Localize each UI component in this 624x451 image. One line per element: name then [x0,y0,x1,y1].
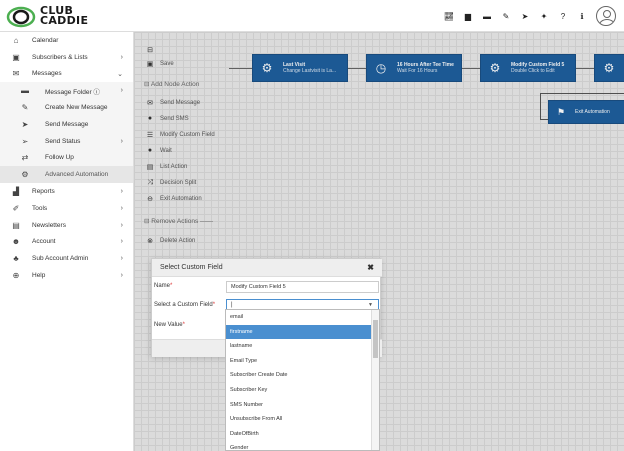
dropdown-option[interactable]: SMS Number [226,398,379,413]
sidebar-item-tools[interactable]: ✐ Tools › [0,200,133,217]
select-value: | [231,302,233,308]
dropdown-scrollbar[interactable] [371,310,379,450]
sidebar-item-create-new-message[interactable]: ✎ Create New Message [0,99,133,116]
sidebar-item-label: Advanced Automation [45,171,109,179]
sidebar-item-label: Newsletters [32,221,66,229]
newspaper-icon: ▤ [12,220,20,230]
sidebar-item-label: Messages [32,70,62,78]
sidebar-item-reports[interactable]: ▟ Reports › [0,183,133,200]
sidebar-item-newsletters[interactable]: ▤ Newsletters › [0,217,133,234]
required-mark: * [182,322,185,328]
dropdown-option[interactable]: Subscriber Key [226,383,379,398]
dropdown-option[interactable]: lastname [226,339,379,354]
club-caddie-logo[interactable]: CLUB CADDIE [6,4,116,30]
users-icon[interactable]: ✦ [539,11,549,21]
edit-icon[interactable]: ✎ [501,11,511,21]
gear-icon: ⚙ [21,170,29,180]
custom-field-dropdown: email firstname lastname Email Type Subs… [225,309,380,451]
required-mark: * [170,283,173,289]
sidebar-item-help[interactable]: ⊕ Help › [0,267,133,284]
top-toolbar: 📈︎ ▆ ▬ ✎ ➤ ✦ ? ℹ [444,4,616,28]
sidebar: ⌂ Calendar ▣ Subscribers & Lists › ✉ Mes… [0,32,134,451]
send-icon[interactable]: ➤ [520,11,530,21]
dropdown-option[interactable]: email [226,310,379,325]
folder-icon: ▬ [21,86,29,96]
user-plus-icon: ☻ [11,237,21,247]
sidebar-item-subscribers[interactable]: ▣ Subscribers & Lists › [0,49,133,66]
envelope-icon: ✉ [12,69,20,79]
dropdown-option[interactable]: Email Type [226,354,379,369]
sidebar-item-label: Reports [32,188,55,196]
chevron-right-icon: › [120,255,123,263]
sidebar-item-message-folder[interactable]: ▬ Message Folder ⓘ › [0,82,133,100]
sidebar-item-advanced-automation[interactable]: ⚙ Advanced Automation [0,166,133,184]
close-icon[interactable]: ✖ [367,263,374,272]
chevron-right-icon: › [120,53,123,61]
modal-title: Select Custom Field [160,264,223,271]
sidebar-item-label: Subscribers & Lists [32,53,88,61]
wrench-icon: ✐ [12,203,20,213]
info-icon[interactable]: ℹ [577,11,587,21]
sidebar-item-send-message[interactable]: ➤ Send Message [0,115,133,133]
dropdown-option[interactable]: Gender [226,441,379,450]
chevron-right-icon: › [120,137,123,145]
logo-icon [6,6,36,28]
sidebar-item-calendar[interactable]: ⌂ Calendar [0,32,133,49]
id-card-icon: ▣ [12,52,20,62]
sidebar-item-label: Message Folder ⓘ [45,88,100,96]
name-input[interactable]: Modify Custom Field 5 [226,281,379,293]
sitemap-icon: ♣ [13,254,19,264]
sidebar-item-label: Send Message [45,120,89,128]
sidebar-item-label: Account [32,238,56,246]
top-bar: CLUB CADDIE 📈︎ ▆ ▬ ✎ ➤ ✦ ? ℹ [0,0,624,32]
modal-header: Select Custom Field ✖ [152,259,382,277]
sidebar-item-follow-up[interactable]: ⇄ Follow Up [0,149,133,167]
chevron-right-icon: › [120,272,123,280]
chevron-right-icon: › [120,221,123,229]
dropdown-option[interactable]: Subscriber Create Date [226,368,379,383]
chart-icon[interactable]: 📈︎ [444,11,454,21]
required-mark: * [212,302,216,308]
new-value-label: New Value* [154,322,185,328]
sidebar-item-label: Send Status [45,137,81,145]
sidebar-item-label: Create New Message [45,104,108,112]
pencil-icon: ✎ [21,103,29,113]
follow-up-icon: ⇄ [21,153,29,163]
lifebuoy-icon: ⊕ [12,271,20,281]
send-icon: ➤ [21,119,29,129]
sidebar-item-account[interactable]: ☻ Account › [0,234,133,251]
new-value-label-text: New Value [154,322,183,328]
sidebar-item-label: Help [32,272,46,280]
help-icon[interactable]: ? [558,11,568,21]
sidebar-item-send-status[interactable]: ➢ Send Status › [0,132,133,150]
scrollbar-thumb[interactable] [373,320,378,358]
logo-text: CLUB CADDIE [40,5,89,27]
chevron-right-icon: › [120,188,123,196]
chevron-right-icon: › [120,87,123,95]
send-outline-icon: ➢ [21,136,29,146]
sidebar-item-label: Tools [32,204,48,212]
chevron-right-icon: › [120,204,123,212]
user-avatar[interactable] [596,6,616,26]
chevron-right-icon: › [120,238,123,246]
sidebar-item-label: Sub Account Admin [32,255,89,263]
name-label-text: Name [154,283,171,289]
home-icon: ⌂ [13,35,19,45]
dropdown-option-highlighted[interactable]: firstname [226,324,379,340]
name-label: Name* [154,283,172,289]
bar-chart-icon: ▟ [12,187,20,197]
sidebar-item-sub-account-admin[interactable]: ♣ Sub Account Admin › [0,250,133,267]
chevron-down-icon: ⌄ [117,70,123,78]
document-icon[interactable]: ▆ [463,11,473,21]
sidebar-item-messages[interactable]: ✉ Messages ⌄ [0,65,133,83]
dropdown-option[interactable]: Unsubscribe From All [226,412,379,427]
sidebar-item-label: Calendar [32,36,59,44]
field-label-text: Select a Custom Field [154,302,213,308]
folder-icon[interactable]: ▬ [482,11,492,21]
field-label: Select a Custom Field* [154,302,215,308]
sidebar-item-label: Follow Up [45,154,74,162]
logo-line-2: CADDIE [40,14,89,27]
dropdown-option[interactable]: DateOfBirth [226,427,379,442]
